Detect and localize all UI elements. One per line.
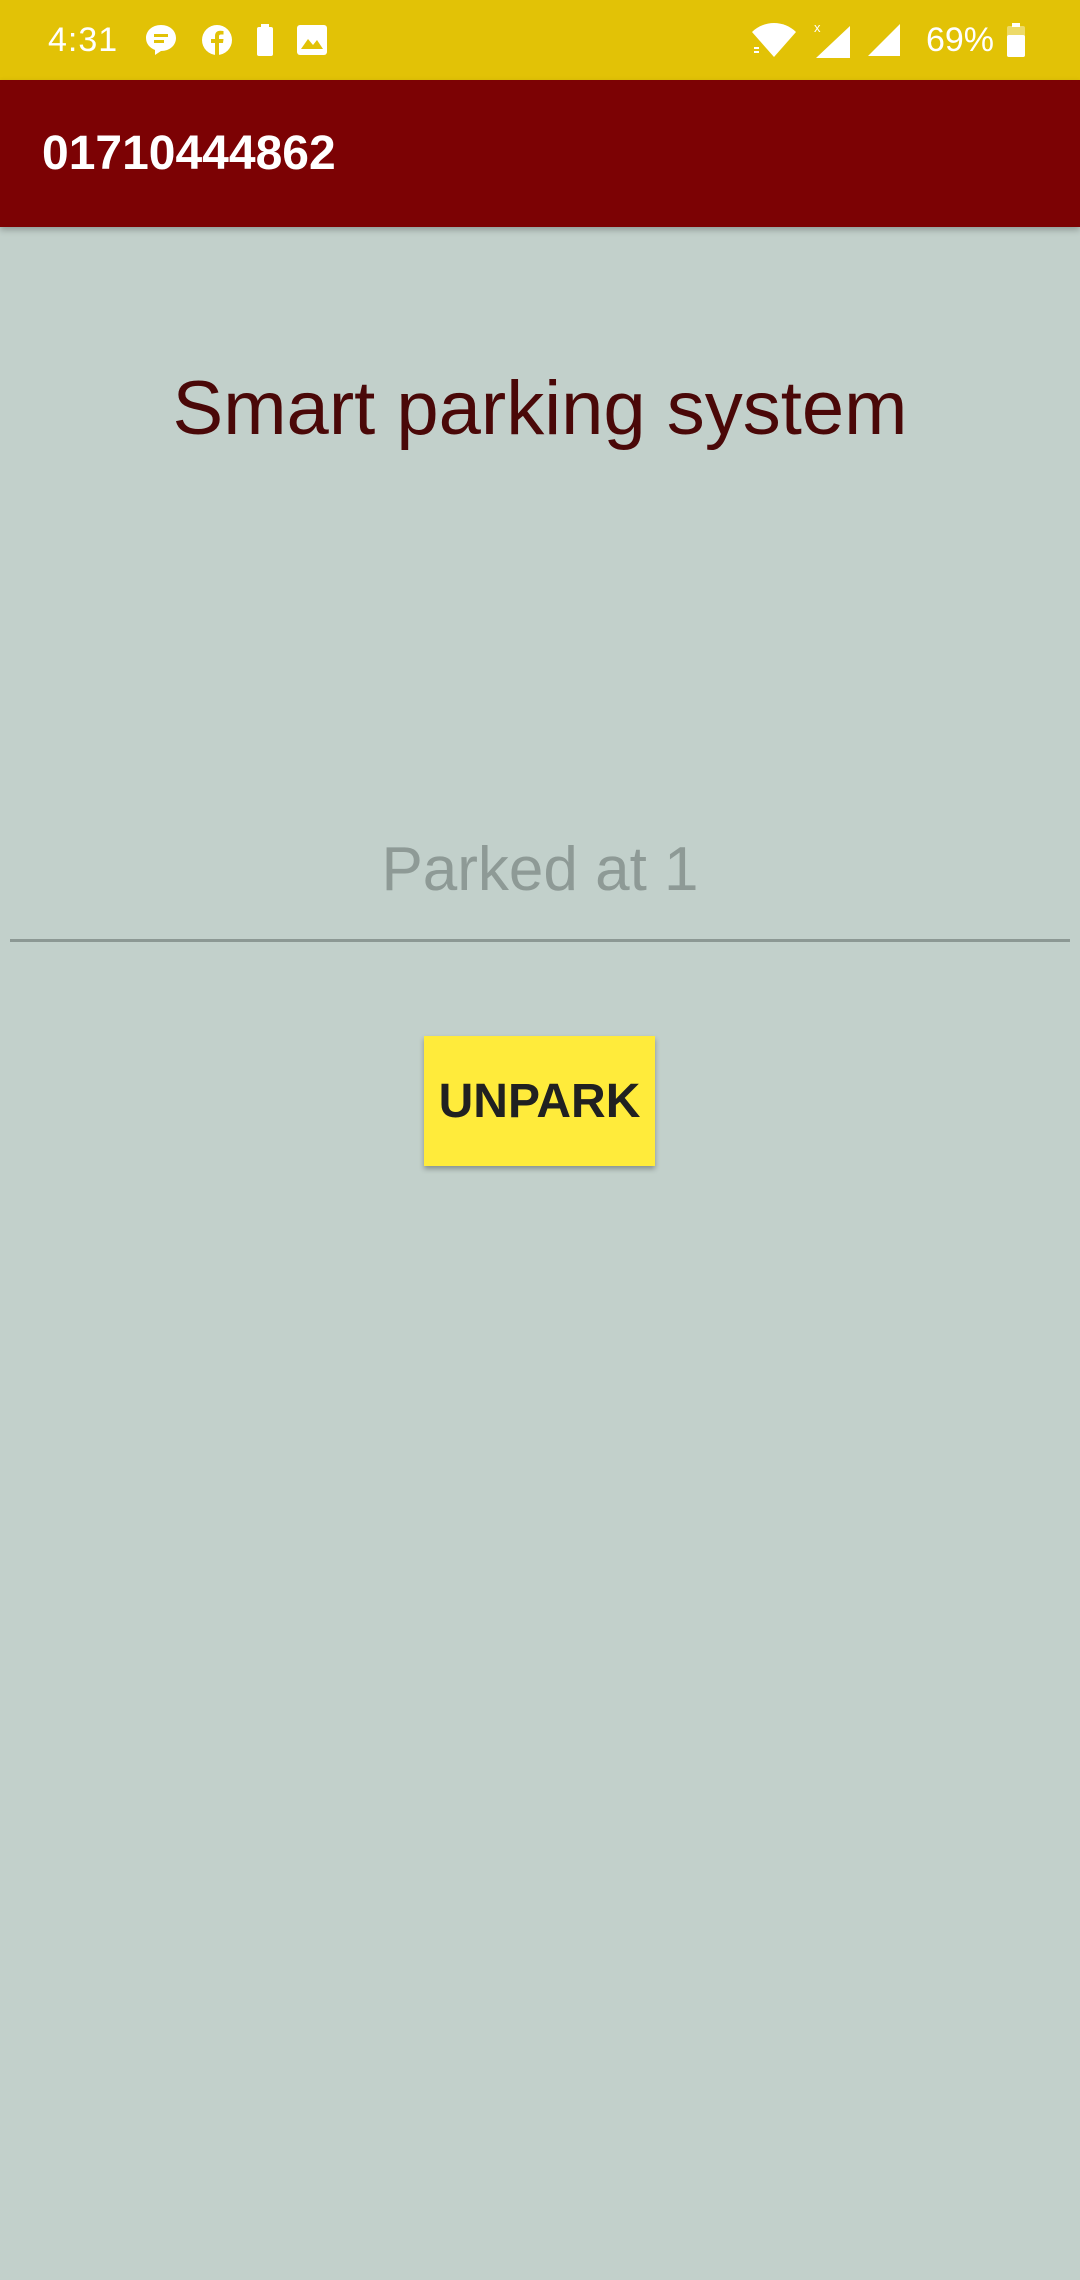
parking-status-text: Parked at 1 bbox=[381, 835, 699, 904]
wifi-icon bbox=[750, 22, 798, 58]
unpark-button[interactable]: UNPARK bbox=[424, 1036, 655, 1166]
facebook-icon bbox=[200, 23, 234, 57]
cell-signal-x-icon: x bbox=[812, 20, 852, 60]
cell-signal-icon bbox=[866, 22, 902, 58]
chat-bubble-icon bbox=[144, 23, 178, 57]
status-bar: 4:31 x 69% bbox=[0, 0, 1080, 80]
app-bar-title: 01710444862 bbox=[42, 127, 336, 180]
svg-text:x: x bbox=[814, 20, 821, 35]
image-icon bbox=[296, 24, 328, 56]
status-bar-left: 4:31 bbox=[48, 21, 350, 60]
app-bar: 01710444862 bbox=[0, 80, 1080, 227]
status-bar-right: x 69% bbox=[750, 20, 1040, 60]
battery-icon bbox=[1006, 22, 1026, 58]
battery-percent: 69% bbox=[925, 20, 994, 59]
battery-saver-icon bbox=[256, 23, 274, 57]
page-title: Smart parking system bbox=[172, 366, 908, 451]
status-time: 4:31 bbox=[48, 20, 119, 59]
parking-status-field[interactable]: Parked at 1 bbox=[10, 800, 1070, 942]
